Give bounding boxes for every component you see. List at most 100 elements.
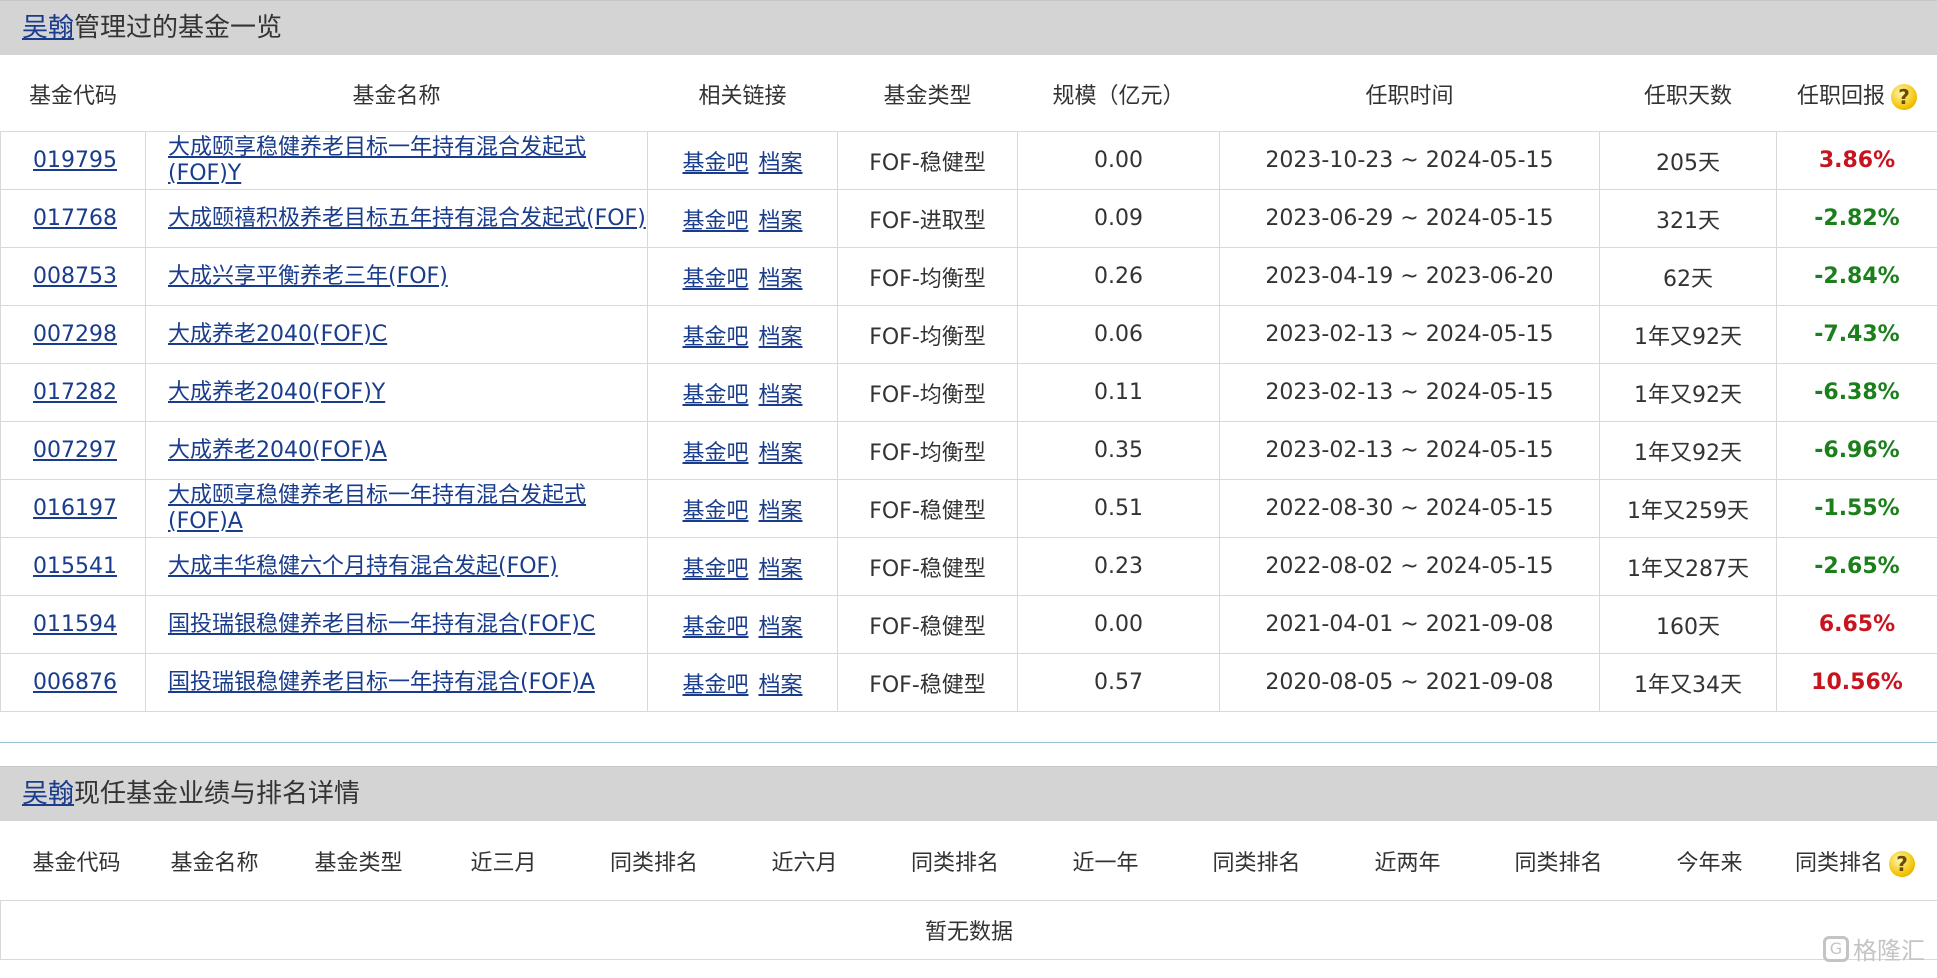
col-fund-name: 基金名称 [145,56,648,132]
fund-archive-link[interactable]: 档案 [759,499,803,524]
fund-name-cell: 大成养老2040(FOF)C [145,305,648,364]
tenure-days-cell: 1年又92天 [1599,305,1777,364]
section-title: 管理过的基金一览 [74,13,283,43]
tenure-return-cell: -7.43% [1776,305,1937,364]
tenure-return-cell: 3.86% [1776,131,1937,190]
fund-code-link[interactable]: 019795 [33,148,117,173]
col-tenure-days[interactable]: 任职天数 [1599,56,1777,132]
fund-archive-link[interactable]: 档案 [759,673,803,698]
related-links-cell: 基金吧 档案 [647,421,838,480]
fund-name-link[interactable]: 大成颐禧积极养老目标五年持有混合发起式(FOF) [168,206,646,231]
fund-forum-link[interactable]: 基金吧 [682,267,748,292]
fund-name-link[interactable]: 大成养老2040(FOF)C [168,322,387,347]
fund-forum-link[interactable]: 基金吧 [682,557,748,582]
tenure-return-cell: -6.96% [1776,421,1937,480]
fund-archive-link[interactable]: 档案 [759,441,803,466]
tenure-days-cell: 205天 [1599,131,1777,190]
fund-forum-link[interactable]: 基金吧 [682,499,748,524]
tenure-days-cell: 1年又287天 [1599,537,1777,596]
fund-code-link[interactable]: 015541 [33,554,117,579]
col-fund-code: 基金代码 [0,822,153,901]
fund-code-cell: 006876 [0,653,146,712]
col-2-years[interactable]: 近两年 [1344,822,1471,901]
section-title-2: 现任基金业绩与排名详情 [74,779,361,809]
fund-name-link[interactable]: 大成兴享平衡养老三年(FOF) [168,264,448,289]
fund-code-link[interactable]: 016197 [33,496,117,521]
fund-archive-link[interactable]: 档案 [759,383,803,408]
fund-forum-link[interactable]: 基金吧 [682,151,748,176]
col-fund-code[interactable]: 基金代码 [0,56,146,132]
related-links-cell: 基金吧 档案 [647,305,838,364]
col-tenure-return[interactable]: 任职回报? [1776,56,1937,132]
related-links-cell: 基金吧 档案 [647,595,838,654]
col-3-months[interactable]: 近三月 [440,822,567,901]
fund-type-cell: FOF-稳健型 [837,537,1018,596]
fund-forum-link[interactable]: 基金吧 [682,209,748,234]
empty-row: 暂无数据 [0,900,1937,960]
col-rank-6-months: 同类排名 [867,822,1043,901]
fund-scale-cell: 0.00 [1017,131,1220,190]
fund-forum-link[interactable]: 基金吧 [682,383,748,408]
fund-archive-link[interactable]: 档案 [759,325,803,350]
fund-code-link[interactable]: 017768 [33,206,117,231]
col-ytd[interactable]: 今年来 [1646,822,1773,901]
fund-name-link[interactable]: 大成颐享稳健养老目标一年持有混合发起式(FOF)Y [168,135,586,186]
fund-scale-cell: 0.09 [1017,189,1220,248]
fund-archive-link[interactable]: 档案 [759,267,803,292]
fund-forum-link[interactable]: 基金吧 [682,441,748,466]
col-tenure-period[interactable]: 任职时间 [1219,56,1600,132]
fund-type-cell: FOF-稳健型 [837,595,1018,654]
fund-scale-cell: 0.23 [1017,537,1220,596]
help-icon[interactable]: ? [1891,83,1917,110]
fund-archive-link[interactable]: 档案 [759,557,803,582]
tenure-return-cell: -1.55% [1776,479,1937,538]
related-links-cell: 基金吧 档案 [647,363,838,422]
fund-name-link[interactable]: 大成颐享稳健养老目标一年持有混合发起式(FOF)A [168,483,586,534]
fund-scale-cell: 0.06 [1017,305,1220,364]
fund-code-link[interactable]: 011594 [33,612,117,637]
fund-forum-link[interactable]: 基金吧 [682,325,748,350]
fund-name-link[interactable]: 大成养老2040(FOF)Y [168,380,385,405]
col-rank-ytd: 同类排名? [1772,822,1937,901]
fund-name-link[interactable]: 国投瑞银稳健养老目标一年持有混合(FOF)C [168,612,595,637]
manager-name-link[interactable]: 吴翰 [22,13,74,43]
table-header-row: 基金代码 基金名称 基金类型 近三月 同类排名 近六月 同类排名 近一年 同类排… [0,822,1937,901]
col-scale[interactable]: 规模（亿元） [1017,56,1220,132]
fund-type-cell: FOF-均衡型 [837,421,1018,480]
related-links-cell: 基金吧 档案 [647,189,838,248]
fund-archive-link[interactable]: 档案 [759,151,803,176]
tenure-days-cell: 62天 [1599,247,1777,306]
table-row: 015541 大成丰华稳健六个月持有混合发起(FOF) 基金吧 档案 FOF-稳健型 0.… [0,537,1937,596]
fund-code-link[interactable]: 006876 [33,670,117,695]
fund-name-link[interactable]: 大成丰华稳健六个月持有混合发起(FOF) [168,554,558,579]
tenure-period-cell: 2020-08-05 ~ 2021-09-08 [1219,653,1600,712]
col-1-year[interactable]: 近一年 [1042,822,1169,901]
fund-archive-link[interactable]: 档案 [759,615,803,640]
col-related-links: 相关链接 [647,56,838,132]
fund-code-link[interactable]: 007298 [33,322,117,347]
fund-code-link[interactable]: 007297 [33,438,117,463]
fund-forum-link[interactable]: 基金吧 [682,673,748,698]
col-fund-type[interactable]: 基金类型 [837,56,1018,132]
col-rank-ytd-label: 同类排名 [1794,851,1883,876]
help-icon[interactable]: ? [1889,851,1915,877]
tenure-period-cell: 2023-02-13 ~ 2024-05-15 [1219,363,1600,422]
fund-archive-link[interactable]: 档案 [759,209,803,234]
fund-code-link[interactable]: 017282 [33,380,117,405]
fund-code-link[interactable]: 008753 [33,264,117,289]
manager-name-link-2[interactable]: 吴翰 [22,779,74,809]
tenure-days-cell: 1年又92天 [1599,421,1777,480]
related-links-cell: 基金吧 档案 [647,537,838,596]
fund-name-link[interactable]: 大成养老2040(FOF)A [168,438,387,463]
table-row: 008753 大成兴享平衡养老三年(FOF) 基金吧 档案 FOF-均衡型 0.26 202… [0,247,1937,306]
col-6-months[interactable]: 近六月 [741,822,868,901]
table-row: 007297 大成养老2040(FOF)A 基金吧 档案 FOF-均衡型 0.35 2023… [0,421,1937,480]
fund-name-link[interactable]: 国投瑞银稳健养老目标一年持有混合(FOF)A [168,670,595,695]
tenure-return-cell: 10.56% [1776,653,1937,712]
fund-code-cell: 019795 [0,131,146,190]
fund-forum-link[interactable]: 基金吧 [682,615,748,640]
col-rank-1-year: 同类排名 [1168,822,1345,901]
tenure-return-cell: -6.38% [1776,363,1937,422]
fund-code-cell: 017282 [0,363,146,422]
fund-code-cell: 017768 [0,189,146,248]
